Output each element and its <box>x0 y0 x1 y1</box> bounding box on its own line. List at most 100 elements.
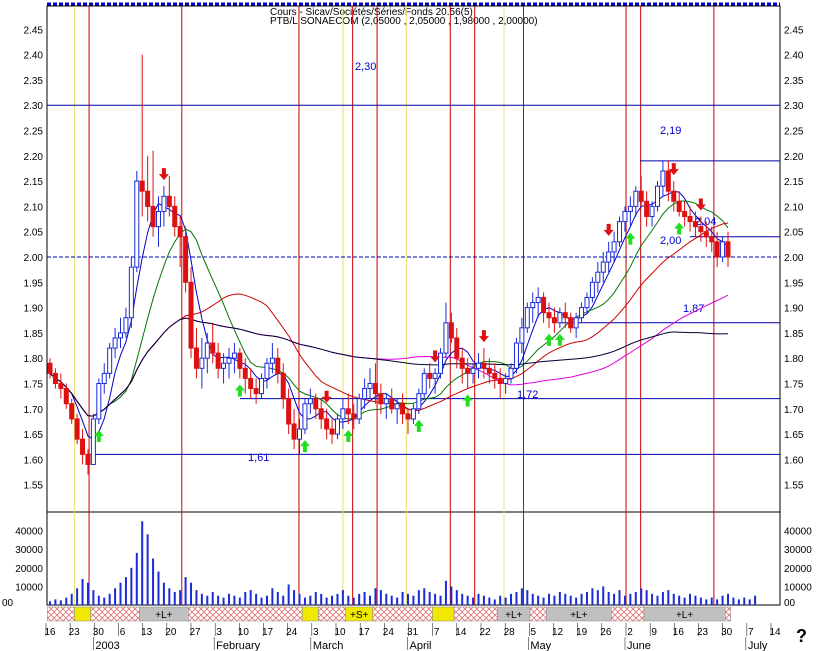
regime-segment <box>611 606 645 622</box>
candle-body <box>427 372 433 379</box>
x-day-label: 14 <box>769 627 781 638</box>
candle-body <box>313 398 319 410</box>
volume-bar <box>331 595 334 605</box>
volume-bar <box>575 597 578 605</box>
x-day-label: 10 <box>334 627 346 638</box>
y-tick-label-right: 2.05 <box>784 228 804 239</box>
volume-bar <box>444 580 447 605</box>
y-tick-label-right: 2.45 <box>784 25 804 36</box>
volume-bar <box>190 582 193 605</box>
volume-bar <box>607 591 610 605</box>
volume-bar <box>341 590 344 605</box>
volume-bar <box>602 586 605 605</box>
candle-body <box>85 453 91 465</box>
volume-bar <box>152 558 155 605</box>
volume-bar <box>135 552 138 605</box>
candle-body <box>627 205 633 212</box>
regime-label: +L+ <box>570 610 587 621</box>
level-label: 2,30 <box>355 61 376 73</box>
x-day-label: 6 <box>120 627 126 638</box>
candle-body <box>248 377 254 390</box>
candle-body <box>275 357 281 374</box>
regime-segment <box>47 606 75 622</box>
volume-bar <box>406 593 409 605</box>
volume-bar <box>461 593 464 605</box>
volume-bar <box>699 597 702 605</box>
y-tick-label-left: 1.75 <box>24 380 44 391</box>
volume-bar <box>640 588 643 605</box>
volume-bar <box>320 593 323 605</box>
volume-bar <box>195 590 198 605</box>
volume-bar <box>651 593 654 605</box>
volume-bar <box>504 597 507 605</box>
regime-segment <box>453 606 498 622</box>
y-tick-label-left: 1.70 <box>24 405 44 416</box>
volume-bar <box>417 590 420 605</box>
candle-body <box>633 190 639 207</box>
volume-bar <box>363 591 366 605</box>
candle-body <box>329 428 335 435</box>
x-day-label: 23 <box>697 627 709 638</box>
volume-bar <box>70 593 73 605</box>
candle-body <box>432 372 438 379</box>
x-day-label: 22 <box>479 627 491 638</box>
volume-bar <box>352 597 355 605</box>
candle-body <box>660 170 666 187</box>
candle-body <box>508 367 514 379</box>
candle-body <box>112 337 118 349</box>
volume-bar <box>282 595 285 605</box>
volume-bar <box>146 534 149 605</box>
volume-bar <box>705 599 708 605</box>
volume-bar <box>488 597 491 605</box>
volume-bar <box>271 588 274 605</box>
y-tick-label-right: 2.25 <box>784 127 804 138</box>
level-label: 1,72 <box>517 389 538 401</box>
volume-bar <box>97 595 100 605</box>
volume-bar <box>59 600 62 605</box>
y-tick-label-left: 2.45 <box>24 25 44 36</box>
volume-unit-label-right: 00 <box>784 598 796 609</box>
candle-body <box>595 271 601 283</box>
candle-body <box>80 438 86 455</box>
volume-bar <box>683 597 686 605</box>
candle-body <box>513 342 519 369</box>
volume-bar <box>482 595 485 605</box>
candle-body <box>280 372 286 400</box>
volume-bar <box>358 593 361 605</box>
candle-body <box>562 312 568 319</box>
volume-bar <box>303 597 306 605</box>
y-tick-label-right: 1.80 <box>784 354 804 365</box>
candle-body <box>356 398 362 420</box>
help-button[interactable]: ? <box>796 626 807 647</box>
buy-signal-arrow <box>234 384 245 397</box>
candle-body <box>611 241 617 253</box>
buy-signal-arrow <box>299 440 310 453</box>
price-chart: Cours - Sicav/Sociétés/Séries/Fonds 20.5… <box>2 2 812 651</box>
volume-bar <box>206 595 209 605</box>
volume-bar <box>157 571 160 605</box>
volume-bar <box>710 597 713 605</box>
candle-body <box>155 210 161 228</box>
candle-body <box>394 403 400 410</box>
volume-bar <box>585 591 588 605</box>
regime-label: +L+ <box>505 610 522 621</box>
candle-body <box>345 408 351 415</box>
candle-body <box>161 195 167 212</box>
volume-tick-label-right: 10000 <box>784 582 812 593</box>
candle-body <box>454 337 460 359</box>
candle-body <box>210 342 216 354</box>
candle-body <box>96 383 102 420</box>
volume-bar <box>276 591 279 605</box>
y-tick-label-right: 2.35 <box>784 76 804 87</box>
candle-body <box>622 210 628 223</box>
volume-bar <box>76 588 79 605</box>
volume-bar <box>347 595 350 605</box>
candle-body <box>351 413 357 420</box>
buy-signal-arrow <box>554 333 565 346</box>
volume-bar <box>510 593 513 605</box>
volume-tick-label-left: 10000 <box>15 582 43 593</box>
candle-body <box>486 367 492 374</box>
candle-body <box>123 317 129 334</box>
candle-body <box>497 377 503 385</box>
x-day-label: 24 <box>286 627 298 638</box>
